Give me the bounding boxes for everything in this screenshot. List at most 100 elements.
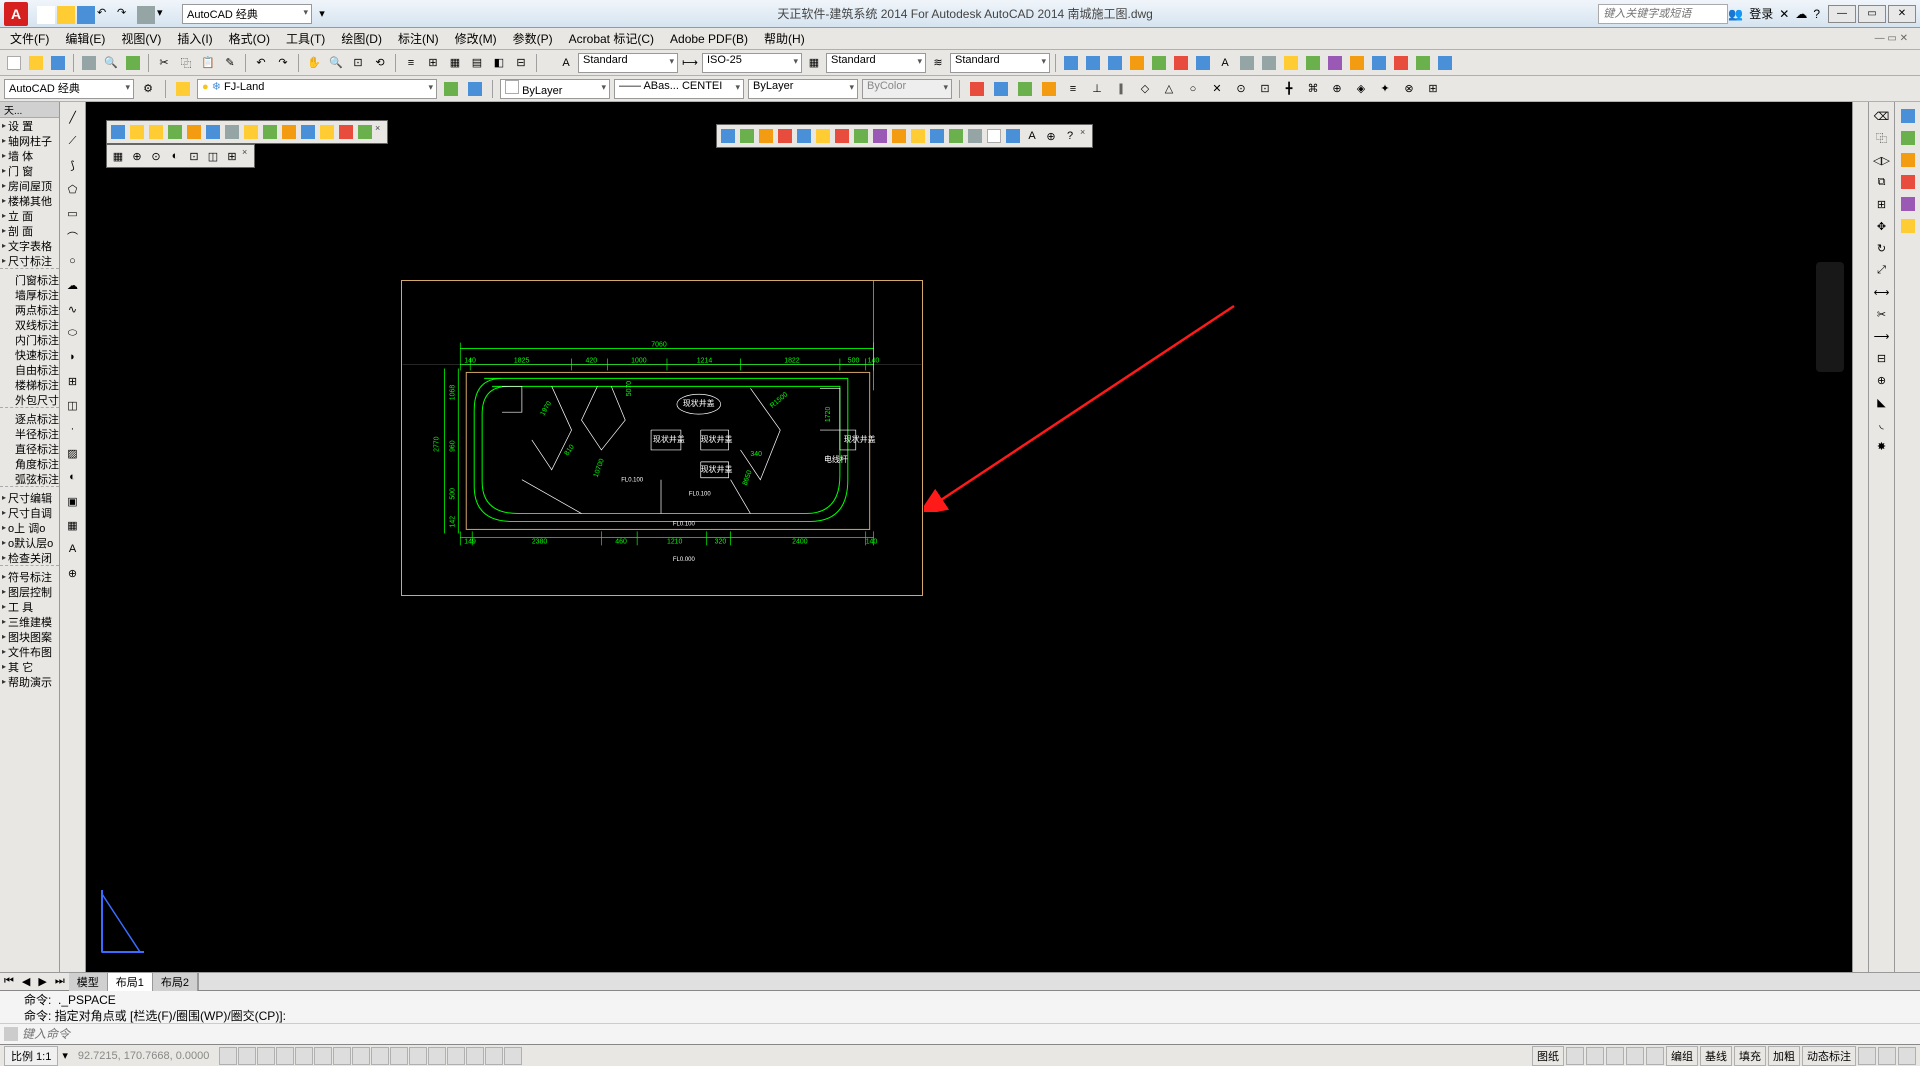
dim2-icon[interactable]	[1083, 53, 1103, 73]
table-icon[interactable]: ▦	[62, 514, 84, 536]
ft3-7-icon[interactable]	[833, 127, 851, 145]
lineweight-dropdown[interactable]: ByLayer	[748, 79, 858, 99]
palette-item[interactable]: 直径标注	[0, 441, 59, 456]
extra1-toggle[interactable]	[485, 1047, 503, 1065]
palette-item[interactable]: ▸设 置	[0, 118, 59, 133]
palette-item[interactable]: ▸三维建模	[0, 614, 59, 629]
copy-icon[interactable]: ⿻	[176, 53, 196, 73]
status-r1-icon[interactable]	[1566, 1047, 1584, 1065]
menu-format[interactable]: 格式(O)	[221, 28, 278, 49]
osnap6-icon[interactable]: ⊥	[1087, 79, 1107, 99]
linetype-dropdown[interactable]: —— ABas... CENTEI	[614, 79, 744, 99]
mirror-icon[interactable]: ◁▷	[1872, 150, 1892, 170]
palette-item[interactable]: 外包尺寸	[0, 392, 59, 407]
palette-item[interactable]: 半径标注	[0, 426, 59, 441]
osnap9-icon[interactable]: △	[1159, 79, 1179, 99]
lwt-toggle[interactable]	[390, 1047, 408, 1065]
match-icon[interactable]: ✎	[220, 53, 240, 73]
palette-item[interactable]: ▸房间屋顶	[0, 178, 59, 193]
rotate-icon[interactable]: ↻	[1872, 238, 1892, 258]
osnap1-icon[interactable]	[967, 79, 987, 99]
ortho-toggle[interactable]	[257, 1047, 275, 1065]
dim15-icon[interactable]	[1369, 53, 1389, 73]
dim11-icon[interactable]	[1281, 53, 1301, 73]
tpy-toggle[interactable]	[409, 1047, 427, 1065]
ft1-1-icon[interactable]	[109, 123, 127, 141]
dim8-icon[interactable]: A	[1215, 53, 1235, 73]
help-search-input[interactable]	[1598, 4, 1728, 24]
ft3-3-icon[interactable]	[757, 127, 775, 145]
palette-item[interactable]: ▸文件布图	[0, 644, 59, 659]
dim4-icon[interactable]	[1127, 53, 1147, 73]
menu-draw[interactable]: 绘图(D)	[333, 28, 390, 49]
arc-icon[interactable]: ⌒	[62, 226, 84, 248]
ft2-3-icon[interactable]: ⊙	[147, 147, 165, 165]
qat-print-icon[interactable]	[136, 5, 154, 23]
status-r2-icon[interactable]	[1586, 1047, 1604, 1065]
osnap12-icon[interactable]: ⊙	[1231, 79, 1251, 99]
dim1-icon[interactable]	[1061, 53, 1081, 73]
markup-icon[interactable]: ◧	[489, 53, 509, 73]
spline-icon[interactable]: ∿	[62, 298, 84, 320]
ellipsearc-icon[interactable]: ◗	[62, 346, 84, 368]
color-dropdown[interactable]: ByLayer	[500, 79, 610, 99]
rt2-2-icon[interactable]	[1898, 128, 1918, 148]
status-end1-icon[interactable]	[1858, 1047, 1876, 1065]
extend-icon[interactable]: ⟶	[1872, 326, 1892, 346]
doc-min-button[interactable]: — ▭ ✕	[1867, 31, 1916, 46]
dim7-icon[interactable]	[1193, 53, 1213, 73]
menu-tools[interactable]: 工具(T)	[278, 28, 333, 49]
rt2-5-icon[interactable]	[1898, 194, 1918, 214]
ft3-4-icon[interactable]	[776, 127, 794, 145]
menu-pdf[interactable]: Adobe PDF(B)	[662, 30, 756, 48]
palette-item[interactable]: 内门标注	[0, 332, 59, 347]
ft1-4-icon[interactable]	[166, 123, 184, 141]
ft2-5-icon[interactable]: ⊡	[185, 147, 203, 165]
ft2-7-icon[interactable]: ⊞	[223, 147, 241, 165]
dim13-icon[interactable]	[1325, 53, 1345, 73]
osnap4-icon[interactable]	[1039, 79, 1059, 99]
qat-save-icon[interactable]	[76, 5, 94, 23]
palette-item[interactable]: ▸尺寸标注	[0, 253, 59, 268]
redo-icon[interactable]: ↷	[273, 53, 293, 73]
navigation-bar[interactable]	[1816, 262, 1844, 372]
layer-iso-icon[interactable]	[441, 79, 461, 99]
tab-nav-last-icon[interactable]: ⏭	[51, 975, 69, 988]
palette-item[interactable]: ▸其 它	[0, 659, 59, 674]
ducs-toggle[interactable]	[352, 1047, 370, 1065]
undo-icon[interactable]: ↶	[251, 53, 271, 73]
print-icon[interactable]	[79, 53, 99, 73]
menu-param[interactable]: 参数(P)	[505, 28, 561, 49]
float-toolbar-1[interactable]: ×	[106, 120, 388, 144]
ft1-2-icon[interactable]	[128, 123, 146, 141]
palette-item[interactable]: 快速标注	[0, 347, 59, 362]
dim18-icon[interactable]	[1435, 53, 1455, 73]
ft3-14-icon[interactable]	[966, 127, 984, 145]
osnap11-icon[interactable]: ✕	[1207, 79, 1227, 99]
ft1-3-icon[interactable]	[147, 123, 165, 141]
ft3-8-icon[interactable]	[852, 127, 870, 145]
mlstyle-dropdown[interactable]: Standard	[950, 53, 1050, 73]
ft2-6-icon[interactable]: ◫	[204, 147, 222, 165]
status-tog-0[interactable]: 编组	[1666, 1046, 1698, 1066]
circle-icon[interactable]: ○	[62, 250, 84, 272]
plotcolor-dropdown[interactable]: ByColor	[862, 79, 952, 99]
osnap20-icon[interactable]: ⊞	[1423, 79, 1443, 99]
menu-view[interactable]: 视图(V)	[113, 28, 169, 49]
workspace-menu-icon[interactable]: ▾	[312, 4, 332, 24]
command-input[interactable]	[22, 1027, 1920, 1041]
ft1-9-icon[interactable]	[261, 123, 279, 141]
addsel-icon[interactable]: ⊕	[62, 562, 84, 584]
ft3-9-icon[interactable]	[871, 127, 889, 145]
tab-layout2[interactable]: 布局2	[153, 973, 198, 991]
point-icon[interactable]: ·	[62, 418, 84, 440]
zoom-win-icon[interactable]: ⊡	[348, 53, 368, 73]
ft1-14-icon[interactable]	[356, 123, 374, 141]
ft3-18-icon[interactable]: ⊕	[1042, 127, 1060, 145]
palette-item[interactable]: ▸楼梯其他	[0, 193, 59, 208]
ft2-2-icon[interactable]: ⊕	[128, 147, 146, 165]
palette-item[interactable]: ▸立 面	[0, 208, 59, 223]
tab-layout1[interactable]: 布局1	[108, 973, 153, 991]
offset-icon[interactable]: ⧉	[1872, 172, 1892, 192]
palette-item[interactable]: 逐点标注	[0, 411, 59, 426]
